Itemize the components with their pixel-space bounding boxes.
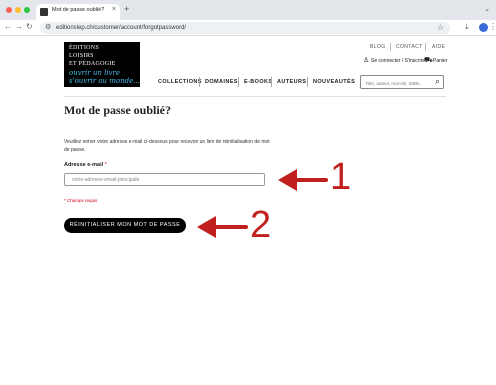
annotation-number-2: 2 (250, 204, 272, 246)
arrow-1 (278, 169, 328, 191)
annotation-number-1: 1 (330, 156, 352, 198)
annotation-arrows (197, 169, 328, 238)
arrow-2 (197, 216, 248, 238)
